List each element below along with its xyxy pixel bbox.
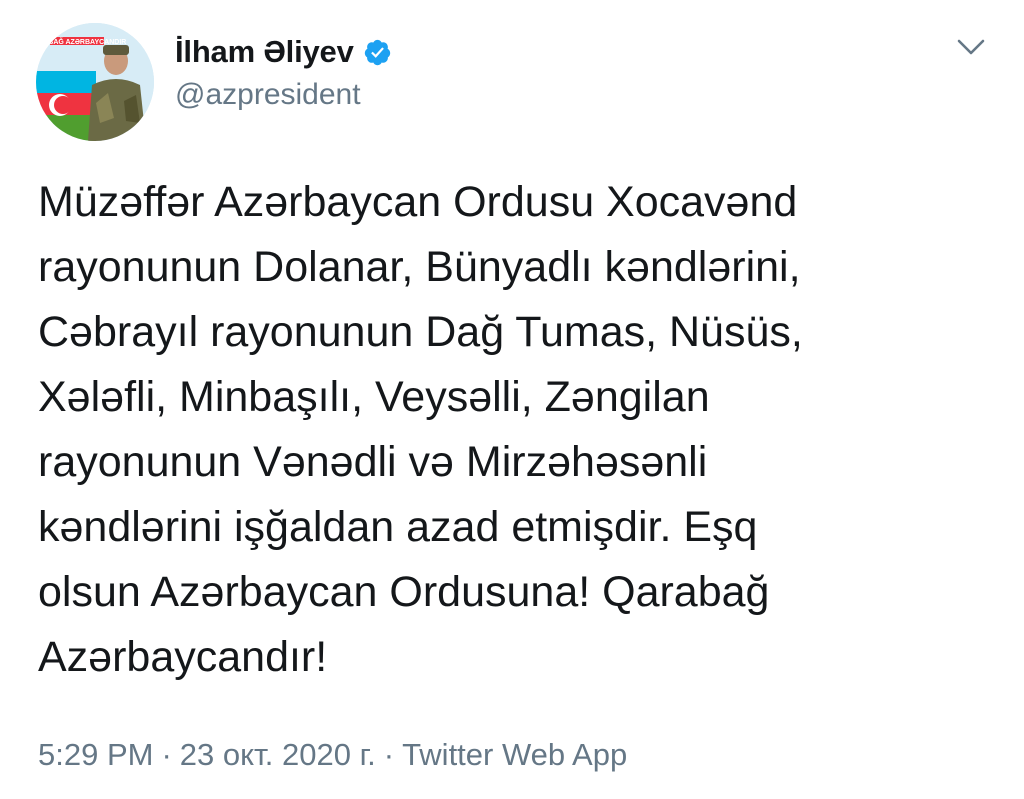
tweet-text-line: kəndlərini işğaldan azad etmişdir. Eşq bbox=[38, 503, 758, 551]
tweet-text-line: Xələfli, Minbaşılı, Veysəlli, Zəngilan bbox=[38, 373, 710, 421]
author-handle[interactable]: @azpresident bbox=[175, 78, 361, 112]
meta-separator: · bbox=[161, 737, 172, 772]
author-name-row: İlham Əliyev bbox=[175, 30, 392, 74]
avatar-image: QARABAĞ AZƏRBAYCANDIR bbox=[36, 23, 154, 141]
meta-separator: · bbox=[383, 737, 395, 772]
tweet-time[interactable]: 5:29 PM bbox=[38, 737, 153, 772]
tweet-metadata: 5:29 PM · 23 окт. 2020 г. · Twitter Web App bbox=[38, 737, 627, 773]
tweet-date[interactable]: 23 окт. 2020 г. bbox=[180, 737, 376, 772]
chevron-down-icon[interactable] bbox=[955, 36, 987, 58]
avatar-banner-text: QARABAĞ AZƏRBAYCANDIR bbox=[36, 37, 126, 46]
verified-badge-icon bbox=[363, 38, 392, 67]
tweet-text-line: Azərbaycandır! bbox=[38, 633, 328, 681]
tweet-text-line: rayonunun Vənədli və Mirzəhəsənli bbox=[38, 438, 708, 486]
tweet-text-line: olsun Azərbaycan Ordusuna! Qarabağ bbox=[38, 568, 770, 616]
tweet-text-line: rayonunun Dolanar, Bünyadlı kəndlərini, bbox=[38, 243, 801, 291]
tweet-text-line: Cəbrayıl rayonunun Dağ Tumas, Nüsüs, bbox=[38, 308, 803, 356]
tweet-text-line: Müzəffər Azərbaycan Ordusu Xocavənd bbox=[38, 178, 798, 226]
tweet-card: QARABAĞ AZƏRBAYCANDIR İlham Əliyev @azpr… bbox=[0, 0, 1024, 799]
author-display-name[interactable]: İlham Əliyev bbox=[175, 34, 354, 70]
tweet-source[interactable]: Twitter Web App bbox=[402, 737, 627, 772]
author-avatar[interactable]: QARABAĞ AZƏRBAYCANDIR bbox=[36, 23, 154, 141]
tweet-text: Müzəffər Azərbaycan Ordusu Xocavənd rayo… bbox=[38, 170, 998, 690]
